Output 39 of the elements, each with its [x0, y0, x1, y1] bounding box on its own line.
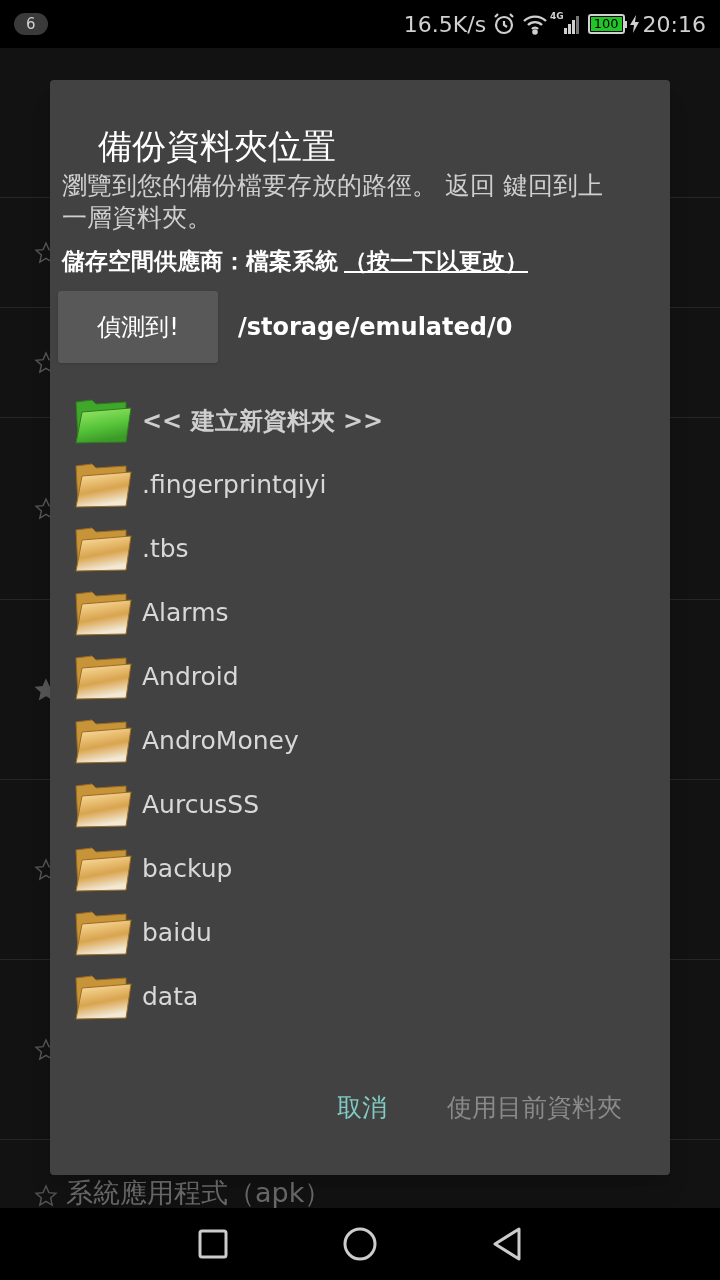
- app-type-label: 系統應用程式（apk）: [66, 1178, 332, 1208]
- folder-item[interactable]: data: [74, 964, 670, 1029]
- clock: 20:16: [642, 10, 706, 39]
- folder-icon: [74, 397, 132, 444]
- new-folder-item[interactable]: << 建立新資料夾 >>: [74, 388, 670, 453]
- home-icon[interactable]: [343, 1227, 377, 1261]
- current-path: /storage/emulated/0: [238, 311, 513, 343]
- folder-item[interactable]: AndroMoney: [74, 708, 670, 773]
- folder-icon: [74, 845, 132, 892]
- recents-icon[interactable]: [197, 1229, 228, 1259]
- folder-item[interactable]: Alarms: [74, 580, 670, 645]
- folder-icon: [74, 525, 132, 572]
- folder-item[interactable]: baidu: [74, 900, 670, 965]
- network-speed: 16.5K/s: [403, 10, 487, 39]
- provider-label: 儲存空間供應商：檔案系統: [62, 247, 338, 276]
- wifi-icon: [522, 13, 549, 35]
- folder-icon: [74, 461, 132, 508]
- folder-icon: [74, 781, 132, 828]
- folder-item[interactable]: backup: [74, 836, 670, 901]
- dialog-title: 備份資料夾位置: [98, 126, 336, 166]
- folder-item[interactable]: Android: [74, 644, 670, 709]
- dialog-description: 瀏覽到您的備份檔要存放的路徑。 返回 鍵回到上一層資料夾。: [62, 170, 604, 234]
- folder-icon: [74, 589, 132, 636]
- network-type: 4G: [550, 10, 564, 23]
- folder-icon: [74, 717, 132, 764]
- cancel-button[interactable]: 取消: [337, 1089, 387, 1127]
- battery-level: 100: [590, 17, 622, 31]
- detect-button[interactable]: 偵測到!: [58, 290, 218, 363]
- back-icon[interactable]: [492, 1227, 523, 1261]
- folder-icon: [74, 653, 132, 700]
- charging-icon: [629, 15, 639, 33]
- folder-icon: [74, 909, 132, 956]
- notification-badge: 6: [14, 13, 48, 35]
- folder-item[interactable]: .tbs: [74, 516, 670, 581]
- change-provider-link[interactable]: （按一下以更改）: [344, 244, 528, 279]
- signal-icon: [563, 14, 580, 34]
- folder-item[interactable]: AurcusSS: [74, 772, 670, 837]
- folder-item[interactable]: .fingerprintqiyi: [74, 452, 670, 517]
- folder-icon: [74, 973, 132, 1020]
